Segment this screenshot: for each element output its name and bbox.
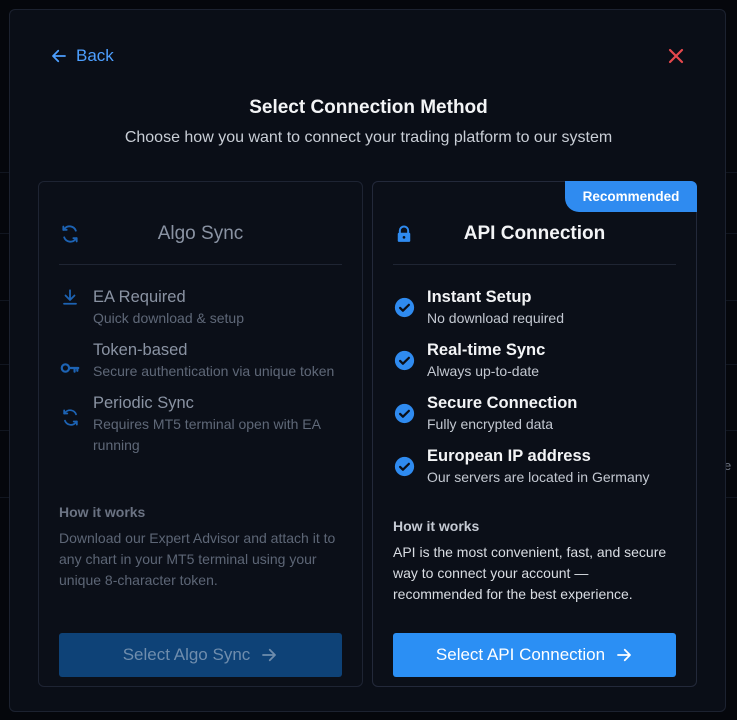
feature-item: EA Required Quick download & setup	[59, 286, 346, 329]
how-it-works: How it works API is the most convenient,…	[393, 518, 678, 605]
how-it-works-text: API is the most convenient, fast, and se…	[393, 544, 667, 602]
select-algo-sync-button[interactable]: Select Algo Sync	[59, 633, 342, 677]
api-connection-card[interactable]: Recommended API Connection Instant Setup…	[372, 181, 697, 687]
feature-desc: Always up-to-date	[427, 363, 540, 379]
divider	[59, 264, 342, 265]
feature-item: Secure Connection Fully encrypted data	[393, 392, 680, 435]
feature-desc: Requires MT5 terminal open with EA runni…	[93, 416, 321, 453]
back-label: Back	[76, 46, 114, 65]
feature-item: Token-based Secure authentication via un…	[59, 339, 346, 382]
check-circle-icon	[393, 402, 415, 424]
modal-title: Select Connection Method	[249, 97, 488, 118]
close-icon	[668, 48, 684, 64]
arrow-right-icon	[262, 648, 277, 662]
card-header: API Connection	[393, 218, 676, 250]
feature-list: EA Required Quick download & setup Token…	[59, 286, 346, 466]
feature-desc: Quick download & setup	[93, 310, 244, 326]
algo-sync-card[interactable]: Algo Sync EA Required Quick download & s…	[38, 181, 363, 687]
how-it-works: How it works Download our Expert Advisor…	[59, 504, 344, 591]
how-it-works-title: How it works	[393, 518, 480, 534]
button-label: Select API Connection	[435, 645, 606, 664]
close-button[interactable]	[666, 46, 686, 66]
feature-item: Real-time Sync Always up-to-date	[393, 339, 680, 382]
sync-icon	[59, 223, 81, 245]
arrow-right-icon	[617, 648, 631, 662]
feature-item: Periodic Sync Requires MT5 terminal open…	[59, 392, 346, 456]
download-icon	[59, 286, 81, 308]
recommended-badge: Recommended	[565, 181, 697, 212]
sync-icon	[59, 406, 81, 428]
check-circle-icon	[393, 296, 415, 318]
feature-item: Instant Setup No download required	[393, 286, 680, 329]
key-icon	[59, 357, 81, 379]
how-it-works-title: How it works	[59, 504, 146, 520]
card-title: Algo Sync	[157, 223, 244, 244]
check-circle-icon	[393, 349, 415, 371]
feature-title: Token-based	[93, 341, 188, 359]
divider	[393, 264, 676, 265]
feature-item: European IP address Our servers are loca…	[393, 445, 680, 488]
feature-desc: Secure authentication via unique token	[93, 363, 335, 379]
feature-title: EA Required	[93, 288, 186, 306]
modal-subtitle: Choose how you want to connect your trad…	[124, 129, 613, 146]
feature-title: Instant Setup	[427, 288, 532, 306]
feature-desc: No download required	[427, 310, 564, 326]
feature-desc: Fully encrypted data	[427, 416, 554, 432]
button-label: Select Algo Sync	[122, 645, 251, 664]
how-it-works-text: Download our Expert Advisor and attach i…	[59, 530, 336, 588]
arrow-left-icon	[52, 49, 66, 63]
feature-title: European IP address	[427, 447, 591, 465]
feature-title: Secure Connection	[427, 394, 578, 412]
feature-title: Periodic Sync	[93, 394, 194, 412]
feature-title: Real-time Sync	[427, 341, 546, 359]
card-title: API Connection	[463, 223, 606, 244]
feature-list: Instant Setup No download required Real-…	[393, 286, 680, 498]
back-button[interactable]: Back	[50, 46, 114, 66]
connection-method-modal: Back Select Connection Method Choose how…	[9, 9, 726, 712]
lock-icon	[393, 223, 415, 245]
card-header: Algo Sync	[59, 218, 342, 250]
check-circle-icon	[393, 455, 415, 477]
feature-desc: Our servers are located in Germany	[427, 469, 650, 485]
select-api-connection-button[interactable]: Select API Connection	[393, 633, 676, 677]
